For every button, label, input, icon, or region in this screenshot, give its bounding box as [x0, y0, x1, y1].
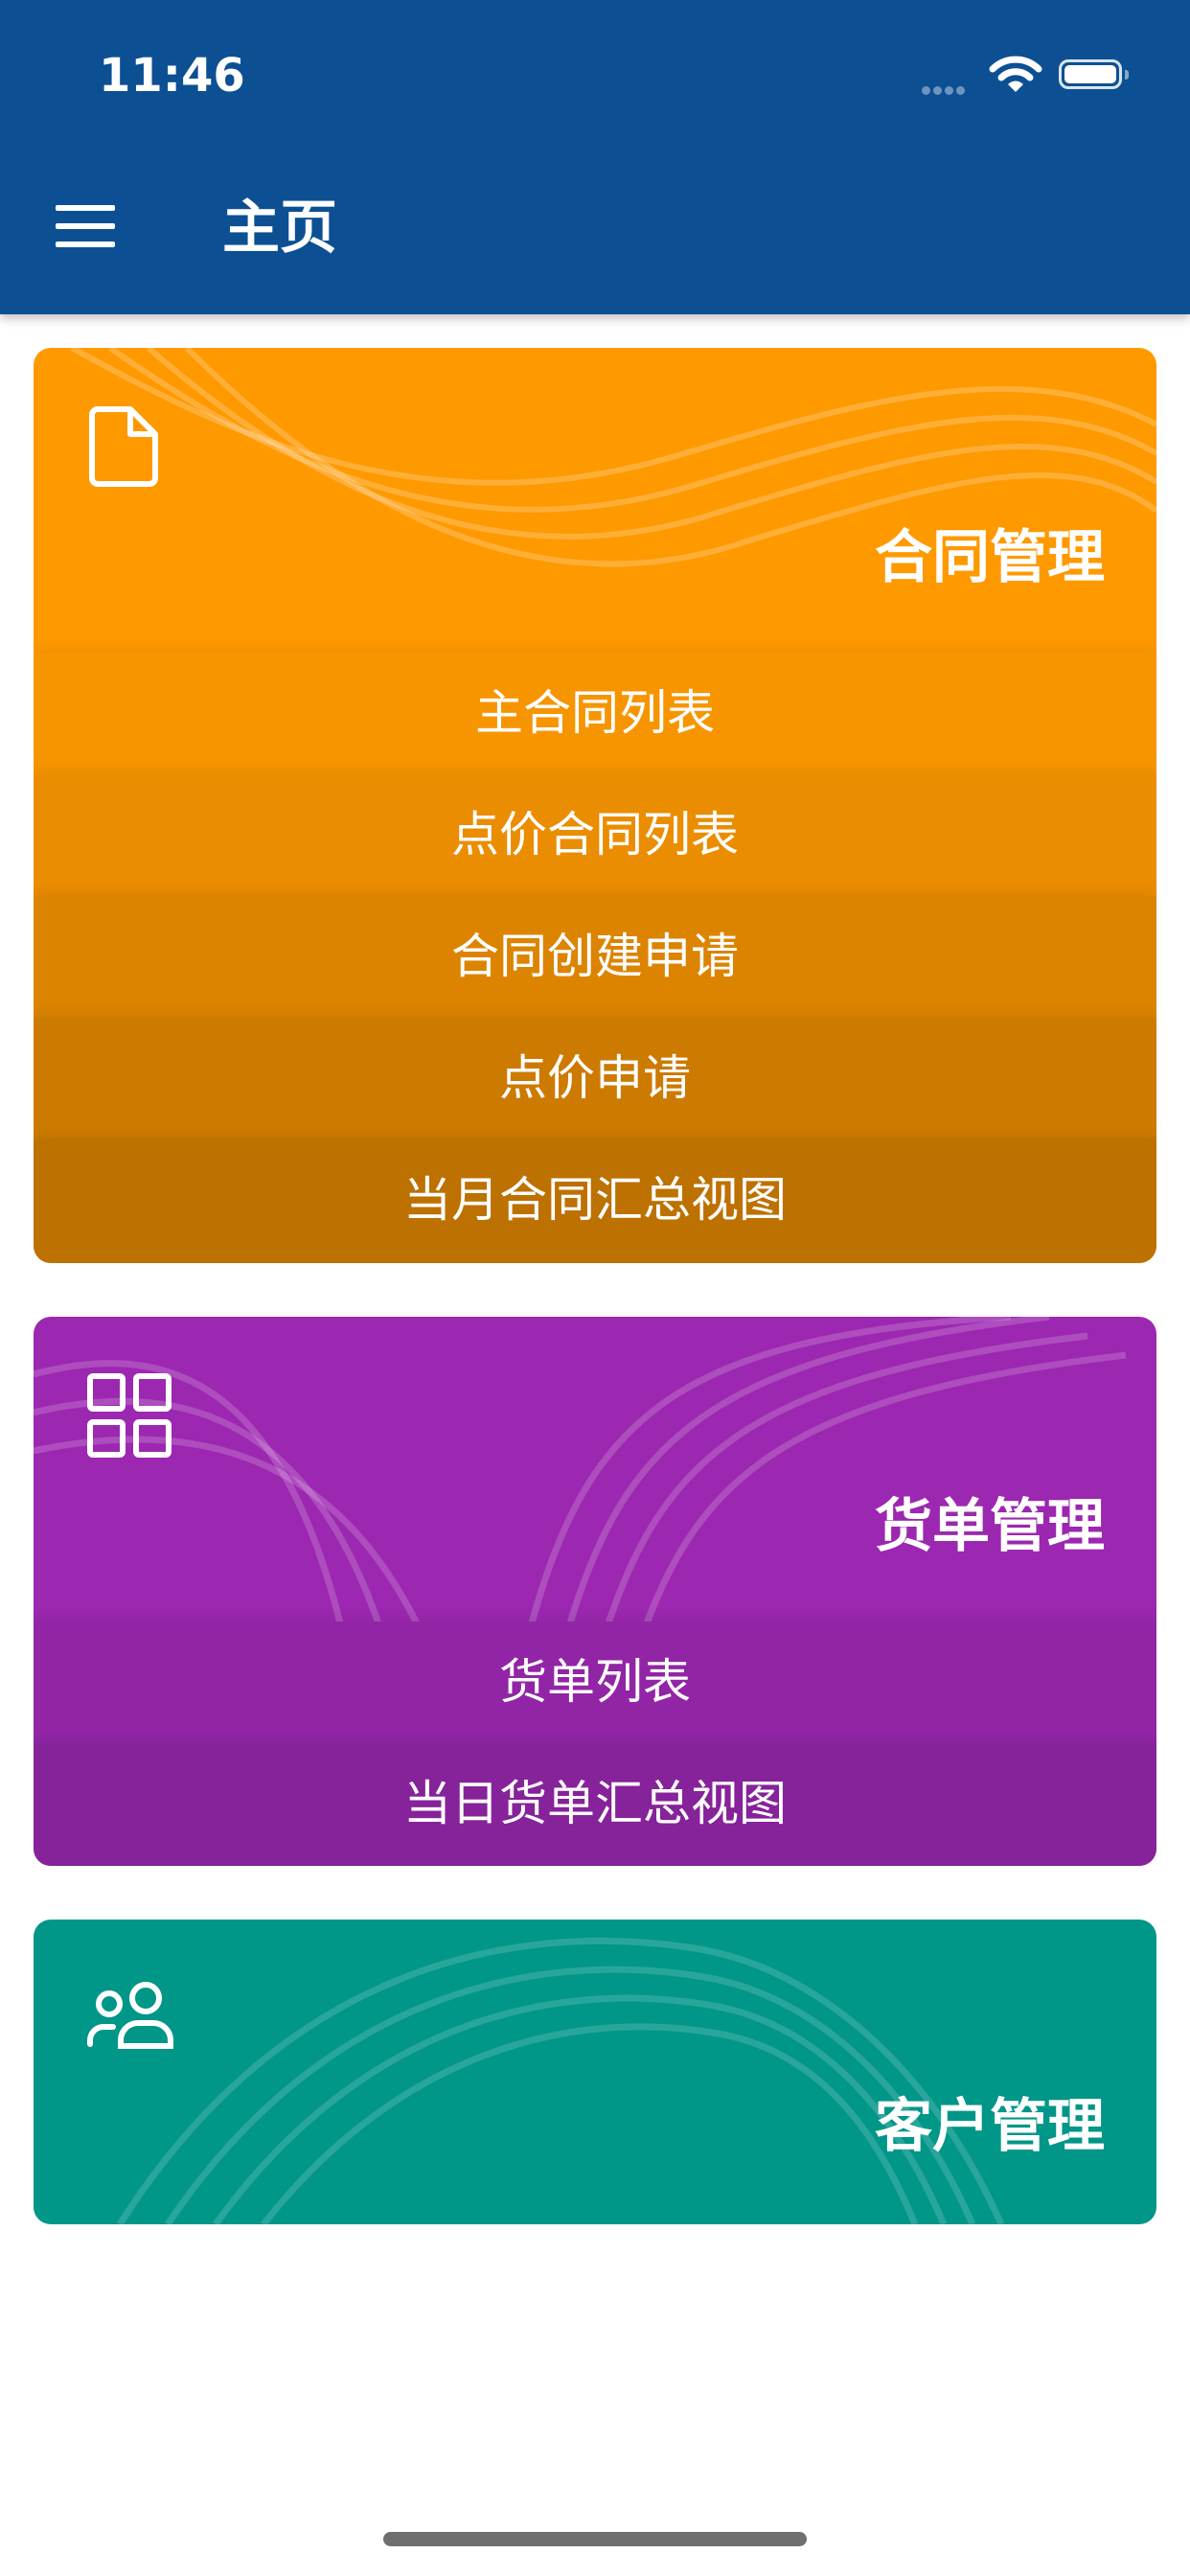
contract-management-card: 合同管理 主合同列表 点价合同列表 合同创建申请 点价申请 当月合同汇总视图 [34, 348, 1156, 1263]
waybill-management-card: 货单管理 货单列表 当日货单汇总视图 [34, 1317, 1156, 1866]
menu-item-price-contract-list[interactable]: 点价合同列表 [34, 774, 1156, 896]
menu-item-daily-waybill-summary[interactable]: 当日货单汇总视图 [34, 1743, 1156, 1866]
document-icon [89, 406, 158, 487]
wave-decoration [70, 348, 1156, 567]
app-header: 11:46 主页 [0, 0, 1190, 314]
menu-item-monthly-contract-summary[interactable]: 当月合同汇总视图 [34, 1139, 1156, 1263]
grid-icon [87, 1373, 172, 1458]
menu-item-contract-create-request[interactable]: 合同创建申请 [34, 896, 1156, 1018]
menu-button[interactable] [56, 205, 115, 247]
menu-item-waybill-list[interactable]: 货单列表 [34, 1622, 1156, 1743]
section-title-waybill: 货单管理 [875, 1493, 1105, 1560]
wave-decoration [117, 1937, 1005, 2224]
menu-item-main-contract-list[interactable]: 主合同列表 [34, 653, 1156, 774]
section-title-customer: 客户管理 [875, 2093, 1105, 2160]
customer-management-card[interactable]: 客户管理 [34, 1920, 1156, 2224]
page-title: 主页 [222, 195, 337, 262]
menu-item-price-request[interactable]: 点价申请 [34, 1018, 1156, 1139]
home-indicator [383, 2532, 807, 2546]
cellular-signal-icon [922, 80, 968, 99]
section-title-contract: 合同管理 [875, 524, 1105, 591]
users-icon [87, 1982, 173, 2049]
wifi-icon [989, 56, 1042, 92]
status-time: 11:46 [99, 49, 245, 103]
wave-decoration [34, 1317, 1127, 1623]
battery-icon [1059, 59, 1129, 89]
